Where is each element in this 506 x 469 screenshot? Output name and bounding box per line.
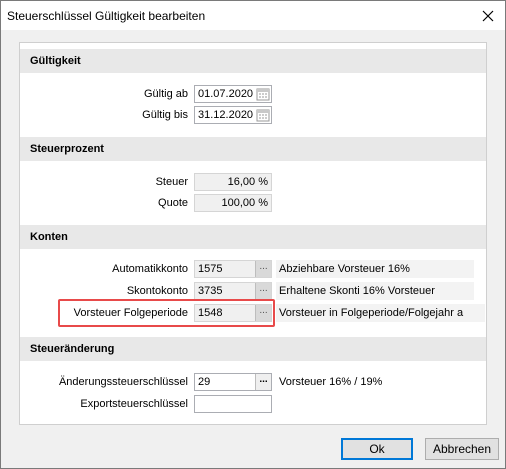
valid-from-value: 01.07.2020 <box>198 88 254 100</box>
close-button[interactable] <box>471 3 505 29</box>
valid-to-value: 31.12.2020 <box>198 109 254 121</box>
skonto-account-label: Skontokonto <box>126 285 188 297</box>
change-key-value: 29 <box>198 376 211 388</box>
section-header-validity: Gültigkeit <box>20 49 486 73</box>
next-period-lookup-button[interactable]: ... <box>255 305 271 321</box>
valid-from-field[interactable]: 01.07.2020 <box>194 85 272 103</box>
change-key-field[interactable]: 29 ... <box>194 373 272 391</box>
skonto-account-value: 3735 <box>198 285 223 297</box>
change-key-description: Vorsteuer 16% / 19% <box>279 376 383 388</box>
skonto-account-field[interactable]: 3735 ... <box>194 282 272 300</box>
calendar-icon[interactable] <box>256 87 270 101</box>
tax-field: 16,00 % <box>194 173 272 191</box>
calendar-icon[interactable] <box>256 108 270 122</box>
change-key-label: Änderungssteuerschlüssel <box>58 376 188 388</box>
auto-account-value: 1575 <box>198 263 223 275</box>
skonto-account-description: Erhaltene Skonti 16% Vorsteuer <box>276 282 474 300</box>
auto-account-label: Automatikkonto <box>112 263 188 275</box>
form-panel: Gültigkeit Gültig ab 01.07.2020 Gültig b… <box>19 42 487 425</box>
next-period-value: 1548 <box>198 307 223 319</box>
tax-label: Steuer <box>155 176 188 188</box>
auto-account-lookup-button[interactable]: ... <box>255 261 271 277</box>
next-period-label: Vorsteuer Folgeperiode <box>73 307 188 319</box>
quota-field: 100,00 % <box>194 194 272 212</box>
valid-to-field[interactable]: 31.12.2020 <box>194 106 272 124</box>
next-period-field[interactable]: 1548 ... <box>194 304 272 322</box>
next-period-description: Vorsteuer in Folgeperiode/Folgejahr a <box>276 304 485 322</box>
section-header-tax-percent: Steuerprozent <box>20 137 486 161</box>
ok-button[interactable]: Ok <box>341 438 413 460</box>
valid-from-label: Gültig ab <box>143 88 188 100</box>
window-title: Steuerschlüssel Gültigkeit bearbeiten <box>7 9 206 23</box>
quota-label: Quote <box>158 197 188 209</box>
cancel-button[interactable]: Abbrechen <box>425 438 499 460</box>
export-key-label: Exportsteuerschlüssel <box>80 398 188 410</box>
valid-to-label: Gültig bis <box>142 109 188 121</box>
export-key-field[interactable] <box>194 395 272 413</box>
skonto-account-lookup-button[interactable]: ... <box>255 283 271 299</box>
auto-account-field[interactable]: 1575 ... <box>194 260 272 278</box>
change-key-lookup-button[interactable]: ... <box>255 374 271 390</box>
title-bar: Steuerschlüssel Gültigkeit bearbeiten <box>1 1 505 30</box>
section-header-accounts: Konten <box>20 225 486 249</box>
close-icon <box>482 10 494 22</box>
auto-account-description: Abziehbare Vorsteuer 16% <box>276 260 474 278</box>
section-header-tax-change: Steueränderung <box>20 337 486 361</box>
dialog-window: Steuerschlüssel Gültigkeit bearbeiten Gü… <box>0 0 506 469</box>
